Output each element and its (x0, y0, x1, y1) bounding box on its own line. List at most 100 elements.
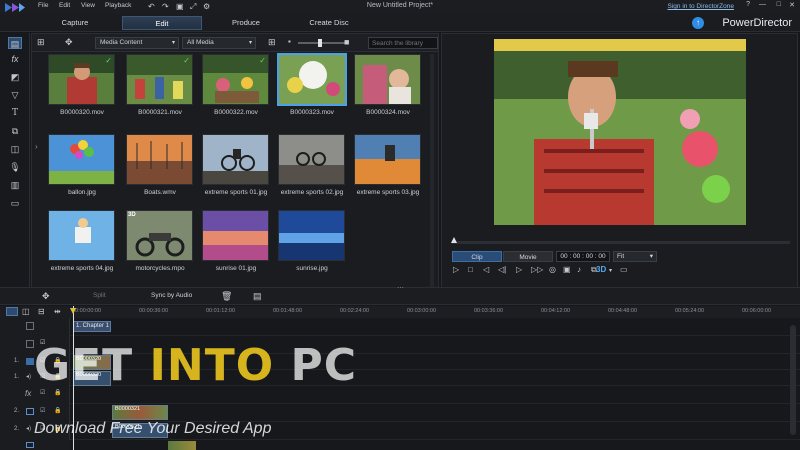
sync-by-audio-button[interactable]: Sync by Audio (151, 292, 192, 299)
media-thumb-extreme-sports-02[interactable] (278, 134, 345, 185)
media-thumb-ballon[interactable] (48, 134, 115, 185)
watermark-word-pc: PC (290, 340, 358, 391)
stereo-3d-toggle[interactable]: 3D (596, 265, 606, 274)
video-track-icon (26, 442, 34, 448)
media-thumb-motorcycles[interactable]: 3D (126, 210, 193, 261)
search-input[interactable] (368, 37, 438, 49)
timeline-view-icon[interactable] (6, 307, 18, 316)
voiceover-mic-icon[interactable]: 🎙 (8, 161, 22, 173)
track-number: 1. (14, 374, 20, 380)
close-button[interactable]: ✕ (789, 1, 795, 9)
tab-capture[interactable]: Capture (40, 16, 110, 30)
play-icon[interactable]: ▷ (453, 265, 459, 274)
media-label: ballon.jpg (68, 189, 96, 196)
library-scrollbar[interactable] (430, 54, 434, 294)
track-manager-icon[interactable]: ⊟ (38, 307, 45, 316)
scrub-handle-icon[interactable] (451, 237, 457, 243)
track-toggle-box[interactable] (26, 340, 34, 348)
media-label: B0000324.mov (366, 109, 410, 116)
media-thumb-sunrise-01[interactable] (202, 210, 269, 261)
magic-tools-icon[interactable]: ✥ (42, 291, 50, 302)
media-thumb-b0000323[interactable] (277, 53, 347, 106)
plugin-icon[interactable]: ✥ (65, 37, 73, 48)
audio-track-icon: ◂) (26, 374, 32, 380)
minimize-button[interactable]: — (759, 1, 766, 8)
fx-room-icon[interactable]: fx (8, 53, 22, 65)
track-header (0, 318, 70, 336)
snapshot-camera-icon[interactable]: ◎ (549, 265, 556, 274)
preview-window-icon[interactable]: ▣ (563, 265, 571, 274)
ruler-tick: 00:00:36:00 (139, 308, 169, 314)
prev-frame-icon[interactable]: ◁| (498, 265, 506, 274)
preview-scrub-bar[interactable] (452, 241, 790, 244)
media-thumb-b0000320[interactable]: ✓ (48, 54, 115, 105)
playhead-marker-icon[interactable] (70, 308, 76, 314)
media-thumb-sunrise[interactable] (278, 210, 345, 261)
media-thumb-extreme-sports-04[interactable] (48, 210, 115, 261)
track-number: 2. (14, 426, 20, 432)
media-thumb-boats[interactable] (126, 134, 193, 185)
next-frame-icon[interactable]: ▷ (516, 265, 522, 274)
timeline-scrollbar[interactable] (790, 325, 796, 435)
stop-icon[interactable]: □ (468, 265, 473, 274)
title-room-icon[interactable]: T (8, 107, 22, 119)
storyboard-view-icon[interactable]: ◫ (22, 307, 30, 316)
used-checkmark-icon: ✓ (259, 56, 266, 65)
media-thumb-b0000321[interactable]: ✓ (126, 54, 193, 105)
split-button[interactable]: Split (93, 292, 106, 299)
expand-panel-icon[interactable]: › (35, 142, 38, 151)
track-toggle-box[interactable] (26, 322, 34, 330)
audio-mixing-icon[interactable]: ◫ (8, 143, 22, 155)
fit-timeline-icon[interactable]: ⇹ (54, 307, 61, 316)
chevron-down-icon[interactable]: ▾ (609, 267, 612, 274)
zoom-fit-dropdown[interactable]: Fit ▾ (613, 251, 657, 262)
sign-in-link[interactable]: Sign in to DirectorZone (668, 3, 734, 10)
chapter-room-icon[interactable]: ▥ (8, 179, 22, 191)
volume-icon[interactable]: ♪ (577, 265, 581, 274)
media-room-icon[interactable]: ▤ (8, 37, 22, 49)
brand-name: PowerDirector (722, 17, 792, 29)
media-thumb-extreme-sports-03[interactable] (354, 134, 421, 185)
upload-arrow-icon[interactable]: ↑ (692, 17, 704, 29)
particle-room-icon[interactable]: ▽ (8, 89, 22, 101)
media-thumb-b0000322[interactable]: ✓ (202, 54, 269, 105)
subtitle-room-icon[interactable]: ▭ (8, 197, 22, 209)
large-thumb-icon[interactable]: ■ (344, 37, 349, 47)
fast-forward-icon[interactable]: ▷▷ (531, 265, 543, 274)
transition-room-icon[interactable]: ⧉ (8, 125, 22, 137)
video-clip[interactable]: B0000321 (112, 405, 168, 420)
enable-checkbox-icon[interactable]: ☑ (40, 407, 45, 414)
tab-create-disc[interactable]: Create Disc (292, 16, 366, 30)
timecode-display[interactable]: 00 : 00 : 00 : 00 (556, 251, 610, 262)
media-content-dropdown[interactable]: Media Content ▾ (95, 37, 179, 49)
import-media-icon[interactable]: ⊞ (37, 37, 45, 48)
video-clip-thumb[interactable] (168, 441, 196, 450)
previous-frame-icon[interactable]: ◁ (483, 265, 489, 274)
grid-view-icon[interactable]: ⊞ (268, 37, 276, 48)
small-thumb-icon[interactable]: ▪ (288, 37, 291, 46)
ruler-tick: 00:01:48:00 (273, 308, 303, 314)
clip-mode-button[interactable]: Clip (452, 251, 502, 262)
panel-resize-grip[interactable]: ⋯ (397, 284, 404, 292)
media-label: B0000323.mov (290, 109, 334, 116)
thumbnail-size-slider[interactable] (298, 42, 348, 44)
ruler-tick: 00:05:24:00 (675, 308, 705, 314)
movie-mode-button[interactable]: Movie (503, 251, 553, 262)
tab-edit[interactable]: Edit (122, 16, 202, 30)
edit-list-icon[interactable]: ▤ (253, 291, 262, 302)
timeline-ruler[interactable]: 00:00:00:00 00:00:36:00 00:01:12:00 00:0… (70, 306, 800, 318)
tab-produce[interactable]: Produce (210, 16, 282, 30)
watermark-logo: GET INTO PC (34, 340, 357, 391)
ruler-tick: 00:03:36:00 (474, 308, 504, 314)
lock-icon[interactable]: 🔒 (54, 407, 61, 414)
media-thumb-b0000324[interactable] (354, 54, 421, 105)
media-thumb-extreme-sports-01[interactable] (202, 134, 269, 185)
dual-monitor-icon[interactable]: ▭ (620, 265, 628, 274)
delete-trash-icon[interactable]: 🗑 (221, 291, 232, 302)
chapter-marker[interactable]: 1. Chapter 1 (73, 321, 111, 332)
maximize-button[interactable]: □ (777, 1, 781, 8)
slider-handle[interactable] (318, 39, 322, 47)
pip-room-icon[interactable]: ◩ (8, 71, 22, 83)
help-button[interactable]: ? (746, 1, 750, 8)
media-type-dropdown[interactable]: All Media ▾ (182, 37, 256, 49)
